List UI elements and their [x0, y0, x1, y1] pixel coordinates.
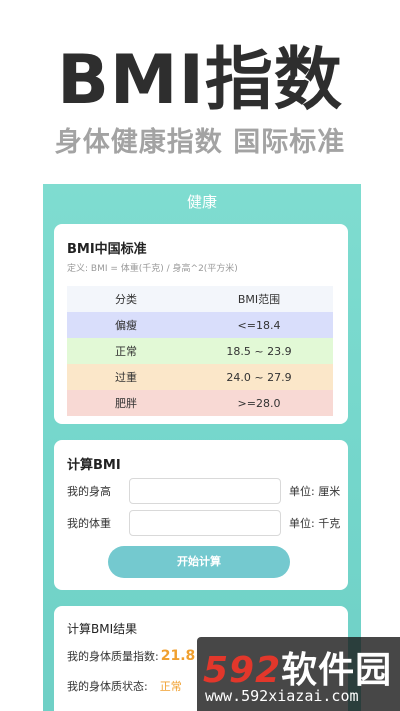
weight-input[interactable] [129, 510, 281, 536]
calculate-card-title: 计算BMI [67, 458, 121, 473]
watermark-url: www.592xiazai.com [205, 687, 359, 705]
column-header-category: 分类 [115, 293, 137, 306]
height-unit: 单位: 厘米 [289, 485, 341, 498]
row-category: 正常 [115, 345, 137, 358]
row-range: <=18.4 [237, 318, 281, 332]
bmi-result-row: 我的身体质量指数: 21.8 [67, 648, 195, 664]
table-row: 肥胖 >=28.0 [67, 390, 333, 416]
bmi-definition: 定义: BMI = 体重(千克) / 身高^2(平方米) [67, 264, 238, 274]
row-category: 偏瘦 [115, 319, 137, 332]
watermark: 592软件园 www.592xiazai.com [197, 637, 400, 711]
table-row: 正常 18.5 ~ 23.9 [67, 338, 333, 364]
status-result-value: 正常 [159, 680, 182, 693]
row-range: 24.0 ~ 27.9 [226, 370, 292, 384]
table-header-row: 分类 BMI范围 [67, 286, 333, 312]
standard-card-title: BMI中国标准 [67, 242, 147, 257]
watermark-logo-text: 软件园 [281, 650, 393, 691]
bmi-result-value: 21.8 [160, 648, 196, 664]
row-category: 过重 [115, 371, 137, 384]
bmi-table: 分类 BMI范围 偏瘦 <=18.4 正常 18.5 ~ 23.9 过重 24.… [67, 286, 333, 416]
weight-unit: 单位: 千克 [289, 517, 341, 530]
row-category: 肥胖 [115, 397, 137, 410]
watermark-logo: 592软件园 [203, 641, 392, 693]
app-header-title: 健康 [186, 193, 217, 211]
bmi-standard-card: BMI中国标准 定义: BMI = 体重(千克) / 身高^2(平方米) 分类 … [54, 224, 348, 424]
hero-title: BMI指数 [57, 41, 343, 120]
table-row: 偏瘦 <=18.4 [67, 312, 333, 338]
status-result-label: 我的身体质状态: [67, 680, 148, 693]
status-result-row: 我的身体质状态: 正常 [67, 678, 182, 694]
watermark-logo-number: 592 [203, 650, 282, 691]
height-row: 我的身高 单位: 厘米 [67, 478, 347, 504]
hero-subtitle: 身体健康指数 国际标准 [54, 127, 346, 158]
weight-row: 我的体重 单位: 千克 [67, 510, 347, 536]
bmi-result-label: 我的身体质量指数: [67, 650, 159, 663]
row-range: >=28.0 [237, 396, 281, 410]
app-screen: 健康 BMI中国标准 定义: BMI = 体重(千克) / 身高^2(平方米) … [43, 184, 361, 711]
row-range: 18.5 ~ 23.9 [226, 344, 292, 358]
weight-label: 我的体重 [67, 517, 111, 530]
calculate-card: 计算BMI 我的身高 单位: 厘米 我的体重 单位: 千克 开始计算 [54, 440, 348, 590]
height-label: 我的身高 [67, 485, 111, 498]
start-calculate-button[interactable]: 开始计算 [108, 546, 290, 578]
table-row: 过重 24.0 ~ 27.9 [67, 364, 333, 390]
result-card-title: 计算BMI结果 [67, 622, 138, 636]
height-input[interactable] [129, 478, 281, 504]
column-header-range: BMI范围 [237, 293, 281, 306]
